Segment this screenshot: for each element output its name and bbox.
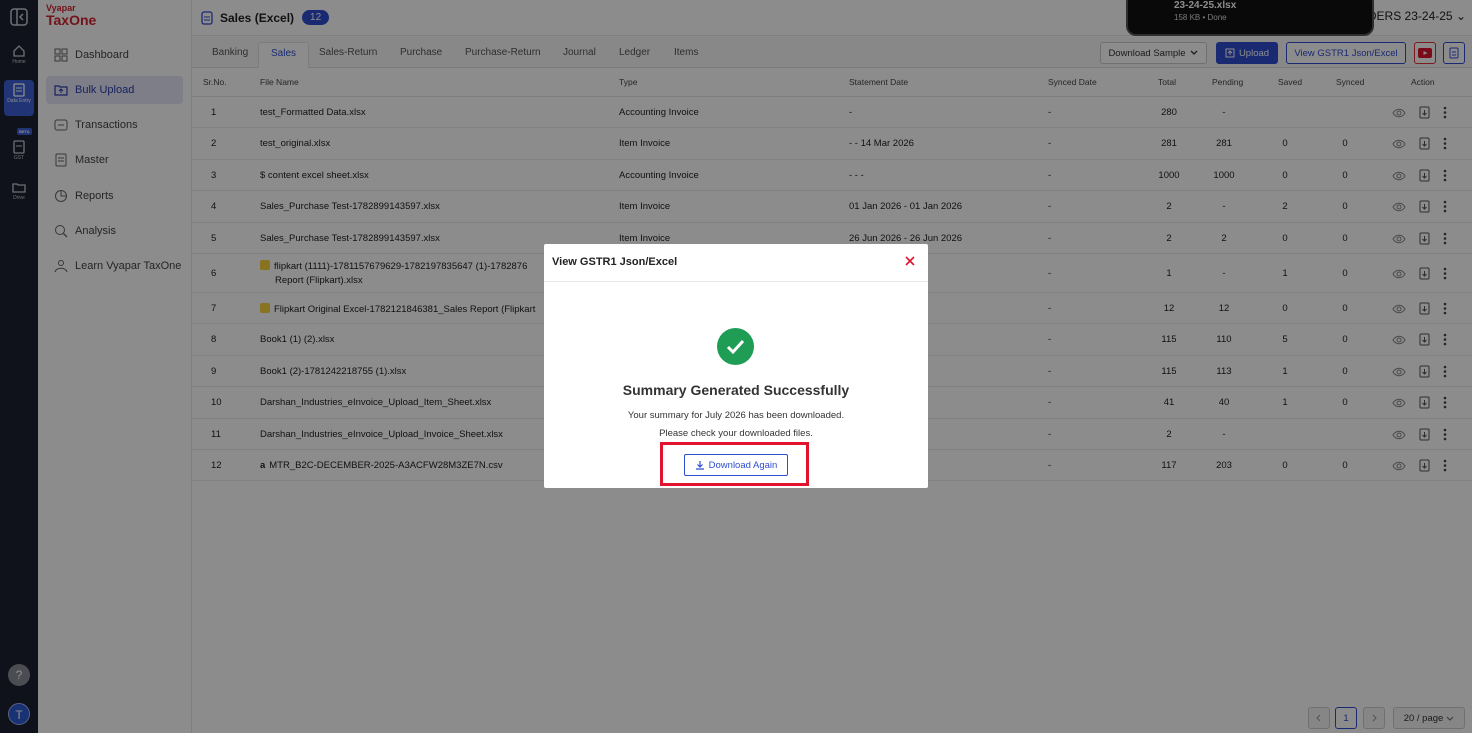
- close-icon[interactable]: [904, 255, 916, 267]
- success-check-icon: [717, 328, 754, 365]
- success-heading: Summary Generated Successfully: [622, 382, 850, 398]
- download-again-button[interactable]: Download Again: [684, 454, 788, 476]
- download-icon: [695, 461, 704, 470]
- modal-title: View GSTR1 Json/Excel: [552, 256, 678, 268]
- check-files-message: Please check your downloaded files.: [659, 428, 813, 439]
- summary-message: Your summary for July 2026 has been down…: [627, 410, 845, 421]
- gstr1-modal: View GSTR1 Json/Excel Summary Generated …: [544, 244, 928, 488]
- modal-header: View GSTR1 Json/Excel: [544, 244, 928, 282]
